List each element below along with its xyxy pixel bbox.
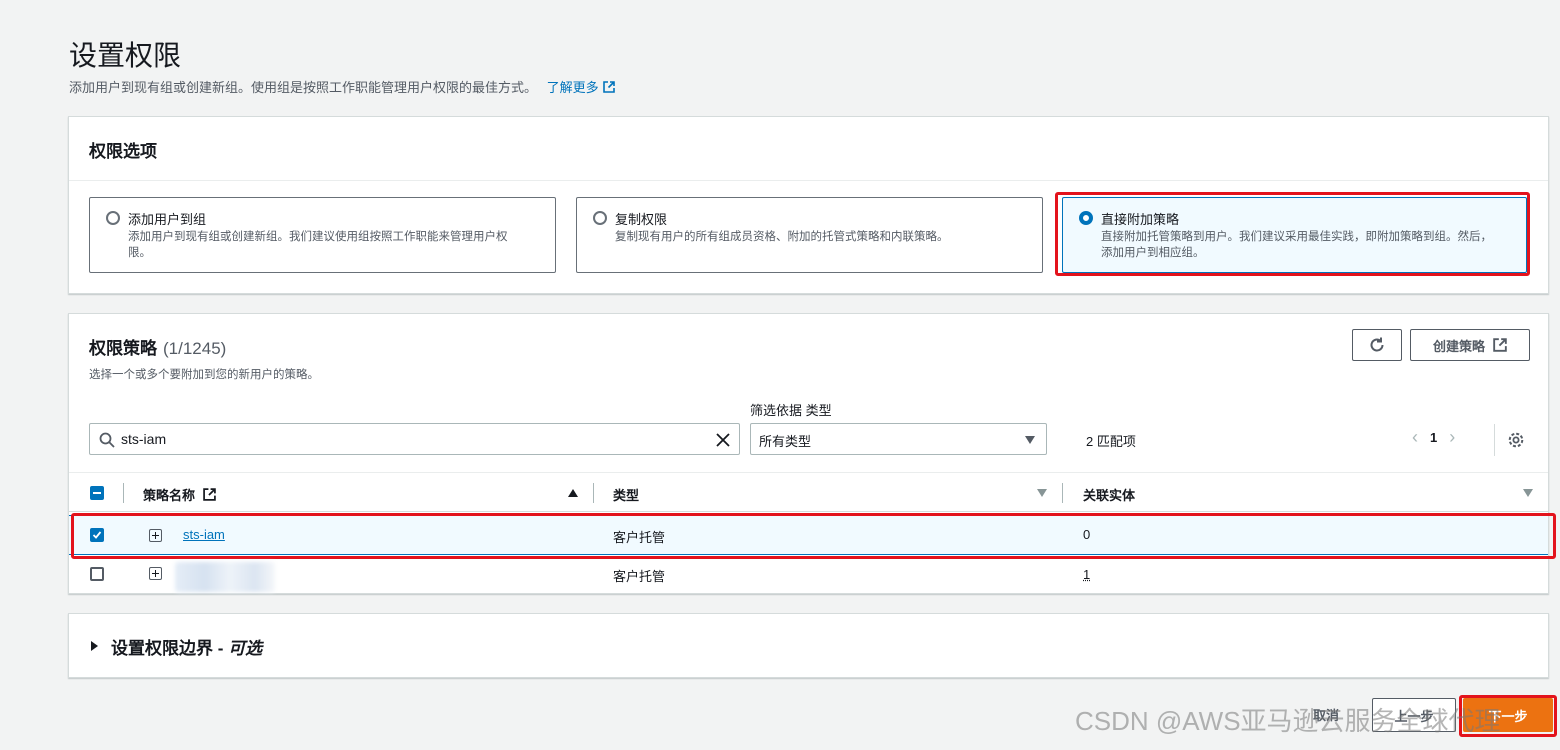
permissions-boundary-section[interactable]: 设置权限边界 - 可选 xyxy=(68,613,1549,678)
match-count: 2 匹配项 xyxy=(1086,434,1136,449)
cancel-button[interactable]: 取消 xyxy=(1313,705,1339,724)
column-divider xyxy=(593,483,594,503)
attached-entities: 0 xyxy=(1083,527,1091,542)
option-description-line: 添加用户到相应组。 xyxy=(1101,247,1205,259)
caret-down-icon xyxy=(1025,436,1035,444)
pagination: ‹ 1 › xyxy=(1412,427,1455,448)
sort-ascending-icon[interactable] xyxy=(568,489,578,497)
radio-button[interactable] xyxy=(106,211,120,225)
divider xyxy=(1494,424,1495,456)
table-row[interactable]: 客户托管 1 xyxy=(69,555,1548,595)
previous-button[interactable]: 上一步 xyxy=(1372,698,1456,732)
policies-heading-text: 权限策略 xyxy=(89,339,157,358)
row-checkbox[interactable] xyxy=(90,567,104,581)
option-description-line: 直接附加托管策略到用户。我们建议采用最佳实践，即附加策略到组。然后， xyxy=(1101,231,1492,243)
column-header-policy-name[interactable]: 策略名称 xyxy=(143,485,216,504)
permissions-boundary-title: 设置权限边界 - 可选 xyxy=(111,634,262,659)
redacted-policy-name xyxy=(175,562,275,592)
select-all-checkbox[interactable] xyxy=(90,486,104,500)
next-page-icon[interactable]: › xyxy=(1449,427,1455,448)
page-number[interactable]: 1 xyxy=(1430,430,1437,445)
option-attach-policies-directly[interactable]: 直接附加策略 直接附加托管策略到用户。我们建议采用最佳实践，即附加策略到组。然后… xyxy=(1062,197,1527,273)
option-description-line: 复制现有用户的所有组成员资格、附加的托管式策略和内联策略。 xyxy=(615,231,949,243)
sort-icon[interactable] xyxy=(1523,489,1533,497)
permission-options-heading: 权限选项 xyxy=(69,117,1548,181)
next-button[interactable]: 下一步 xyxy=(1463,698,1553,732)
sort-icon[interactable] xyxy=(1037,489,1047,497)
search-icon xyxy=(99,432,115,448)
column-header-label: 策略名称 xyxy=(143,488,196,503)
option-description-line: 限。 xyxy=(128,247,151,259)
create-policy-button[interactable]: 创建策略 xyxy=(1410,329,1530,361)
create-policy-label: 创建策略 xyxy=(1432,338,1485,354)
option-description: 直接附加托管策略到用户。我们建议采用最佳实践，即附加策略到组。然后， 添加用户到… xyxy=(1101,229,1512,261)
permission-options-panel: 权限选项 添加用户到组 添加用户到现有组或创建新组。我们建议使用组按照工作职能来… xyxy=(68,116,1549,294)
column-header-type[interactable]: 类型 xyxy=(613,485,639,504)
policies-count: (1/1245) xyxy=(163,339,227,358)
refresh-icon xyxy=(1370,337,1384,352)
search-input[interactable] xyxy=(121,429,701,449)
external-link-icon xyxy=(1493,338,1507,352)
table-row[interactable]: sts-iam 客户托管 0 xyxy=(69,515,1548,555)
expand-caret-icon[interactable] xyxy=(91,641,98,651)
page-description-text: 添加用户到现有组或创建新组。使用组是按照工作职能管理用户权限的最佳方式。 xyxy=(69,80,538,95)
gear-icon[interactable] xyxy=(1507,431,1525,449)
policy-type: 客户托管 xyxy=(613,530,666,545)
column-header-entities[interactable]: 关联实体 xyxy=(1083,485,1135,504)
column-divider xyxy=(123,483,124,503)
policies-table-header: 策略名称 类型 关联实体 xyxy=(69,472,1548,512)
option-title: 直接附加策略 xyxy=(1101,212,1180,227)
permission-policies-panel: 权限策略 (1/1245) 选择一个或多个要附加到您的新用户的策略。 创建策略 筛… xyxy=(68,313,1556,595)
clear-icon[interactable] xyxy=(715,432,731,448)
refresh-button[interactable] xyxy=(1352,329,1402,361)
option-description: 添加用户到现有组或创建新组。我们建议使用组按照工作职能来管理用户权 限。 xyxy=(128,229,541,261)
policy-type: 客户托管 xyxy=(613,569,666,584)
policy-name-link[interactable]: sts-iam xyxy=(183,527,225,542)
boundary-title-text: 设置权限边界 - xyxy=(111,639,229,658)
external-link-icon xyxy=(602,81,615,93)
policy-search-field[interactable] xyxy=(89,423,740,455)
external-link-icon xyxy=(202,488,216,501)
row-checkbox[interactable] xyxy=(90,528,104,542)
optional-label: 可选 xyxy=(228,639,263,658)
attached-entities[interactable]: 1 xyxy=(1083,567,1090,582)
expand-icon[interactable] xyxy=(149,567,162,580)
page-title: 设置权限 xyxy=(69,40,182,71)
filter-label: 筛选依据 类型 xyxy=(750,403,832,418)
learn-more-link[interactable]: 了解更多 xyxy=(547,80,615,95)
option-title: 添加用户到组 xyxy=(128,212,207,227)
previous-page-icon[interactable]: ‹ xyxy=(1412,427,1418,448)
option-title: 复制权限 xyxy=(615,212,668,227)
option-description: 复制现有用户的所有组成员资格、附加的托管式策略和内联策略。 xyxy=(615,229,1028,245)
policies-description: 选择一个或多个要附加到您的新用户的策略。 xyxy=(89,369,319,381)
page-description: 添加用户到现有组或创建新组。使用组是按照工作职能管理用户权限的最佳方式。 了解更… xyxy=(69,77,615,96)
expand-icon[interactable] xyxy=(149,529,162,542)
learn-more-label: 了解更多 xyxy=(546,80,599,95)
policies-heading: 权限策略 (1/1245) xyxy=(89,334,226,359)
radio-button-selected[interactable] xyxy=(1079,211,1093,225)
type-filter-select[interactable]: 所有类型 xyxy=(750,423,1047,455)
checkmark-icon xyxy=(92,531,102,539)
option-add-user-to-group[interactable]: 添加用户到组 添加用户到现有组或创建新组。我们建议使用组按照工作职能来管理用户权… xyxy=(89,197,556,273)
type-filter-value: 所有类型 xyxy=(759,434,812,449)
option-copy-permissions[interactable]: 复制权限 复制现有用户的所有组成员资格、附加的托管式策略和内联策略。 xyxy=(576,197,1043,273)
option-description-line: 添加用户到现有组或创建新组。我们建议使用组按照工作职能来管理用户权 xyxy=(128,231,508,243)
radio-button[interactable] xyxy=(593,211,607,225)
column-divider xyxy=(1062,483,1063,503)
